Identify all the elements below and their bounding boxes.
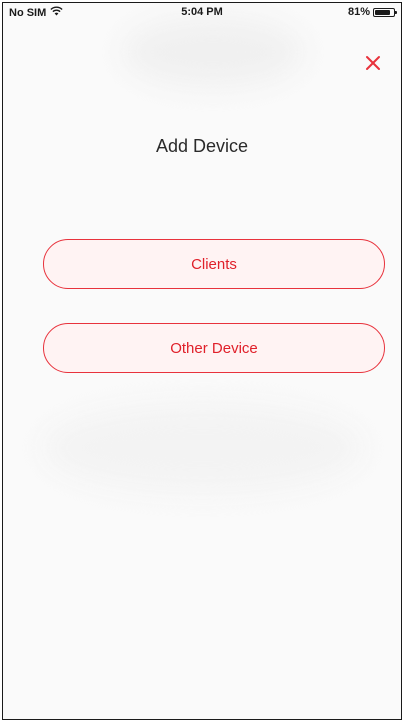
phone-screen: No SIM 5:04 PM 81% Add Device Clients Ot… (2, 2, 402, 720)
page-title: Add Device (155, 136, 249, 156)
battery-icon (373, 7, 397, 17)
clock: 5:04 PM (181, 6, 223, 18)
clients-button-label: Clients (191, 255, 237, 273)
background-decoration (43, 403, 363, 493)
clients-button[interactable]: Clients (43, 239, 385, 289)
close-button[interactable] (359, 49, 387, 77)
other-device-button-label: Other Device (170, 339, 258, 357)
close-icon (366, 56, 380, 70)
battery-percent: 81% (347, 6, 370, 18)
background-decoration (123, 17, 303, 87)
status-right: 81% (347, 6, 397, 18)
status-bar: No SIM 5:04 PM 81% (3, 3, 401, 25)
other-device-button[interactable]: Other Device (43, 323, 385, 373)
battery-fill (375, 9, 390, 15)
